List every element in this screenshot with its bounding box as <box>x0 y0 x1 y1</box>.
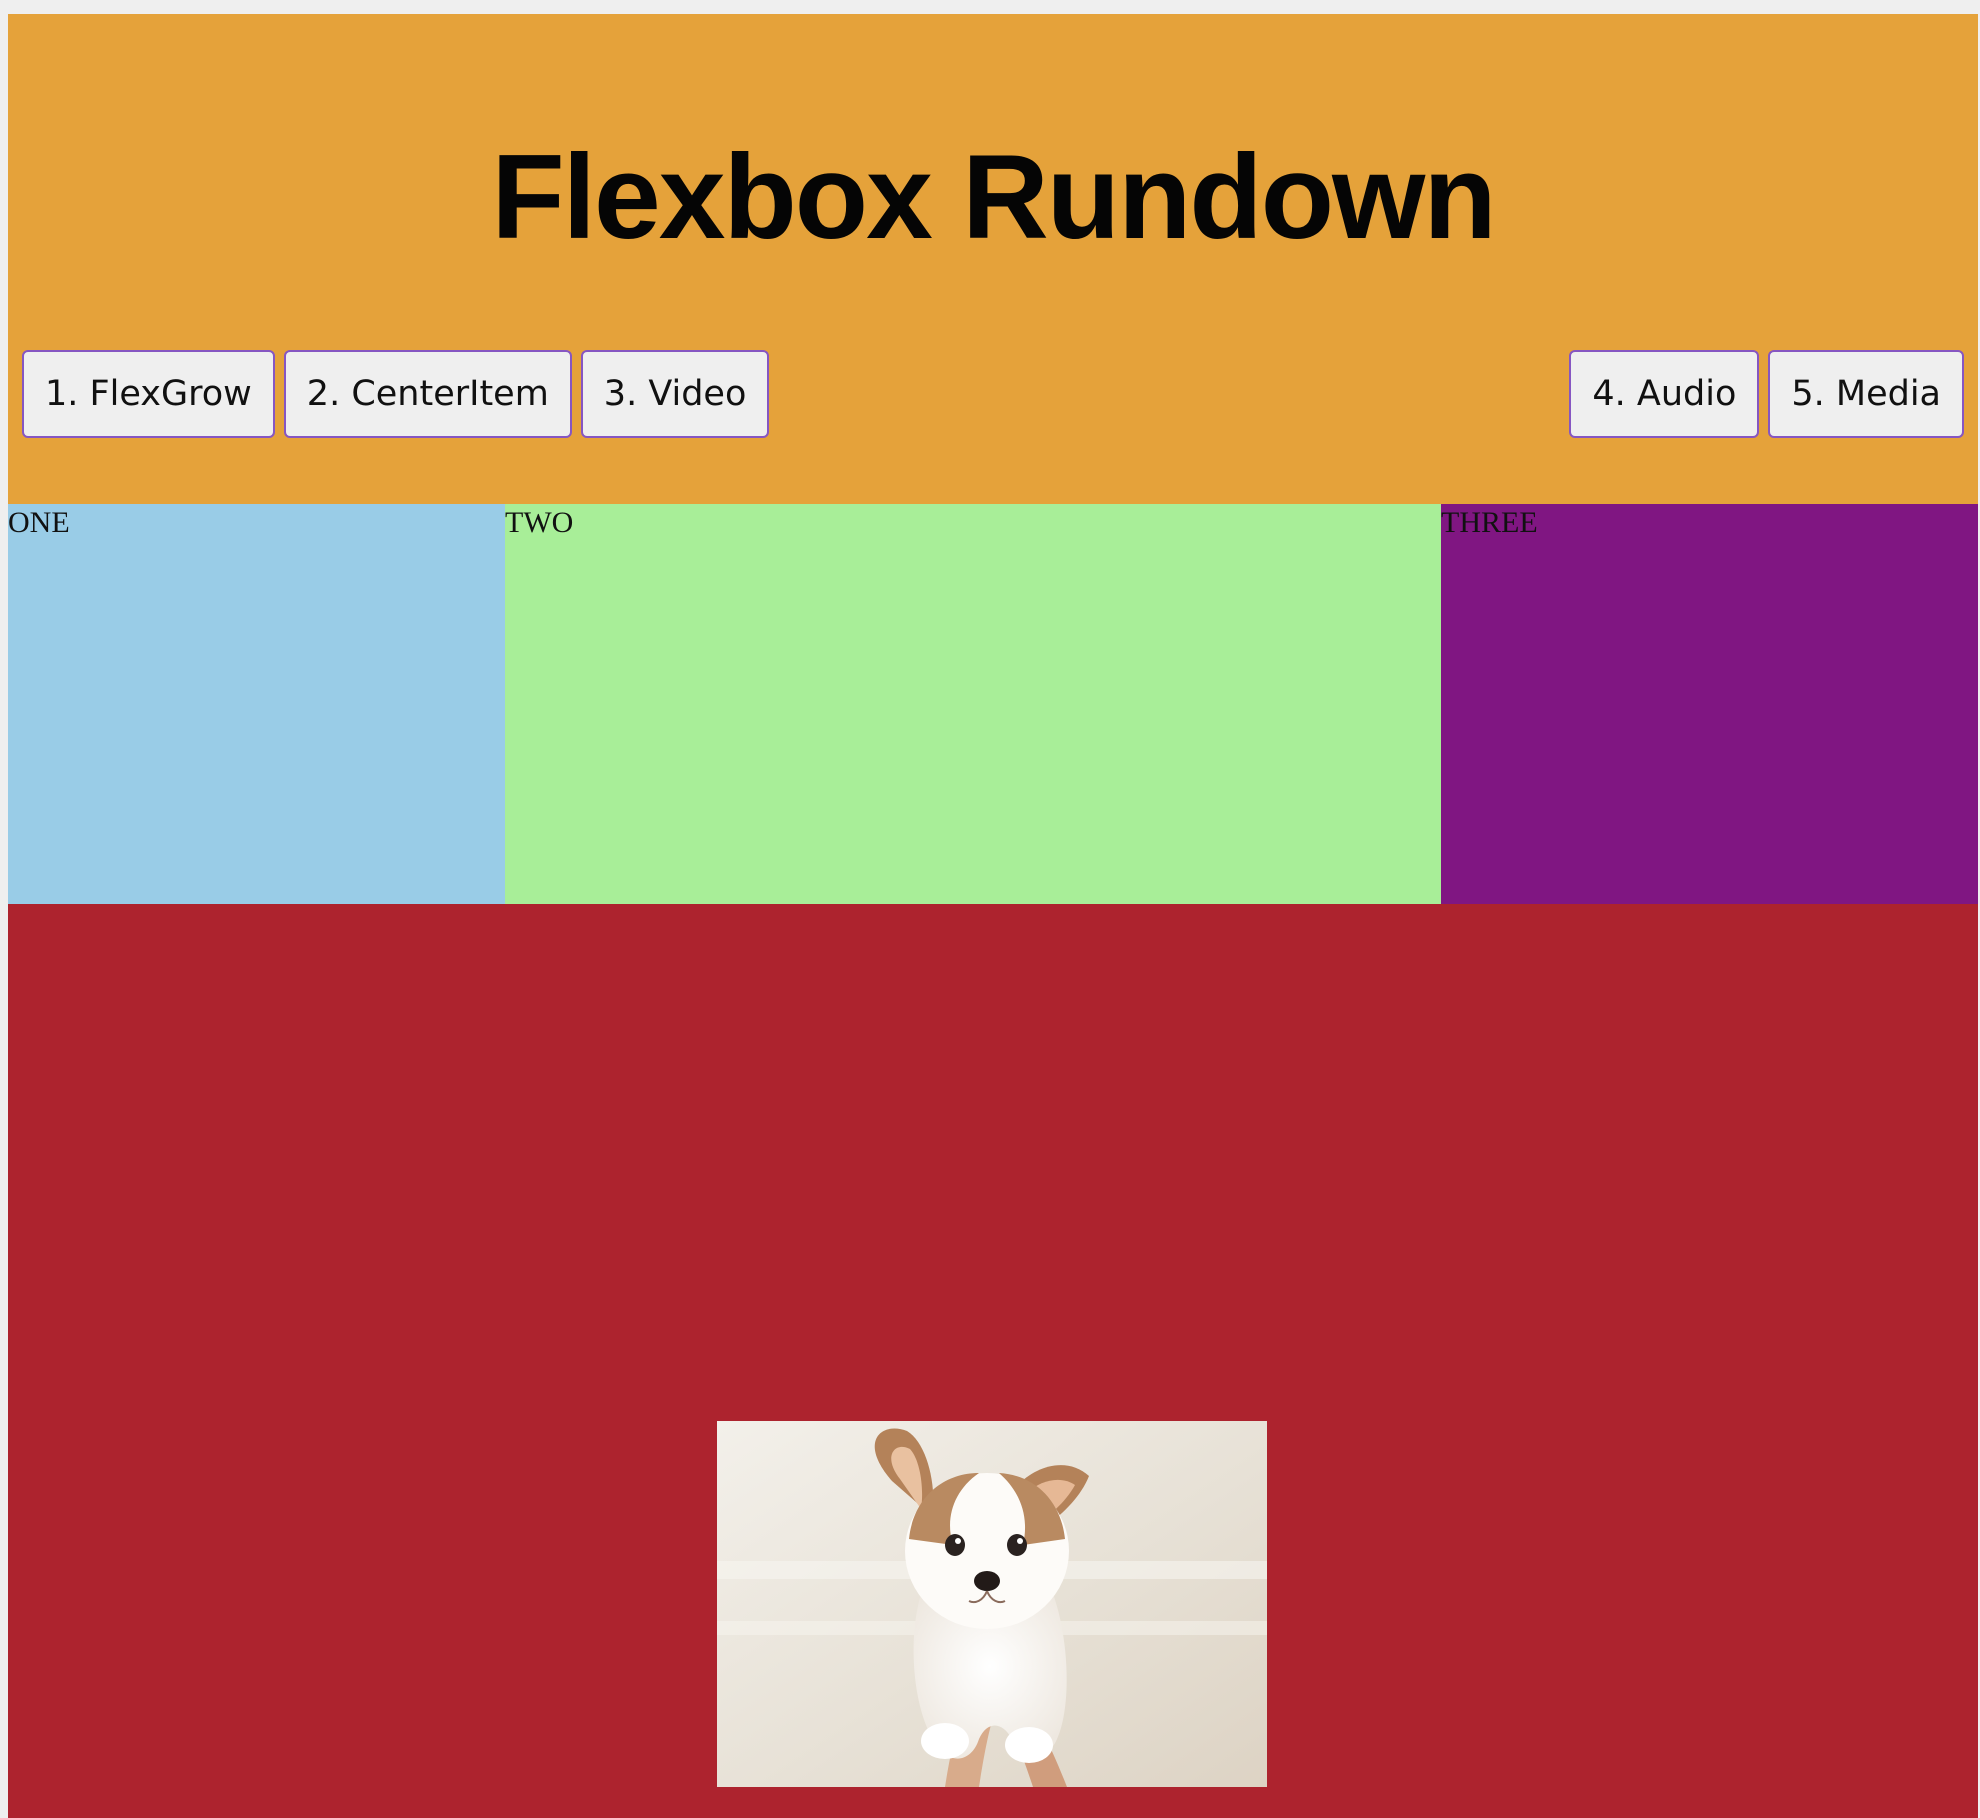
page-title: Flexbox Rundown <box>491 130 1496 264</box>
centeritem-button[interactable]: 2. CenterItem <box>283 350 572 438</box>
nav-bar: 1. FlexGrow 2. CenterItem 3. Video 4. Au… <box>22 350 1964 438</box>
header: Flexbox Rundown 1. FlexGrow 2. CenterIte… <box>8 14 1978 504</box>
video-button[interactable]: 3. Video <box>580 350 770 438</box>
media-section <box>8 904 1978 1818</box>
flexgrow-button[interactable]: 1. FlexGrow <box>22 350 275 438</box>
box-three: THREE <box>1441 504 1978 904</box>
puppy-illustration <box>717 1421 1267 1787</box>
box-one: ONE <box>8 504 505 904</box>
puppy-photo <box>717 1421 1267 1787</box>
audio-button[interactable]: 4. Audio <box>1569 350 1760 438</box>
page: Flexbox Rundown 1. FlexGrow 2. CenterIte… <box>8 14 1978 1818</box>
box-two: TWO <box>505 504 1441 904</box>
media-button[interactable]: 5. Media <box>1768 350 1964 438</box>
flex-row: ONE TWO THREE <box>8 504 1978 904</box>
